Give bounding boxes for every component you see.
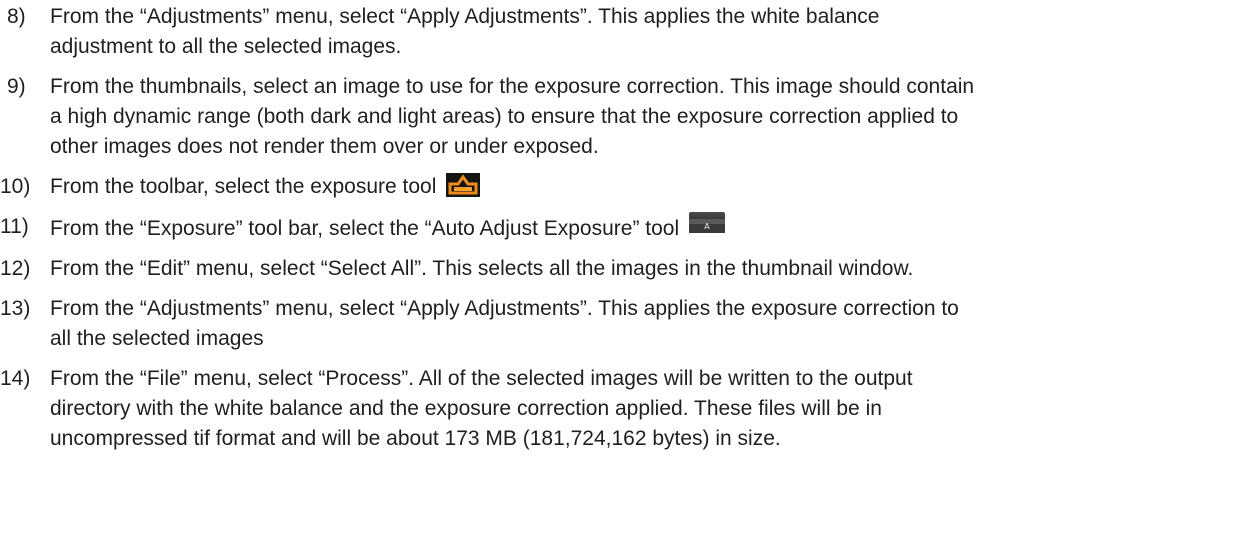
step-line: From the “Exposure” tool bar, select the… [50, 212, 1224, 244]
step-number: 10) [0, 175, 31, 198]
step-line: a high dynamic range (both dark and ligh… [50, 105, 959, 128]
step-text: From the toolbar, select the exposure to… [50, 172, 1234, 202]
step-line: From the “Adjustments” menu, select “App… [50, 5, 880, 28]
step-number: 13) [0, 297, 31, 320]
step-number: 8) [7, 5, 26, 28]
step-number: 11) [0, 215, 29, 238]
step-text: From the “Adjustments” menu, select “App… [50, 294, 1234, 354]
step-number: 9) [7, 75, 26, 98]
list-item: 11) From the “Exposure” tool bar, select… [0, 212, 1234, 244]
step-line: From the “File” menu, select “Process”. … [50, 367, 913, 390]
instruction-document: 8) From the “Adjustments” menu, select “… [0, 0, 1234, 559]
step-text: From the thumbnails, select an image to … [50, 72, 1234, 162]
step-line: all the selected images [50, 327, 264, 350]
exposure-tool-icon [446, 173, 481, 197]
step-text: From the “Adjustments” menu, select “App… [50, 2, 1234, 62]
step-number: 12) [0, 257, 31, 280]
step-line: other images does not render them over o… [50, 135, 599, 158]
auto-adjust-exposure-icon: A [688, 212, 725, 233]
step-line: From the toolbar, select the exposure to… [50, 172, 1224, 202]
step-text: From the “Edit” menu, select “Select All… [50, 254, 1234, 284]
step-line: uncompressed tif format and will be abou… [50, 427, 781, 450]
step-text: From the “Exposure” tool bar, select the… [50, 212, 1234, 244]
step-line-text: From the “Exposure” tool bar, select the… [50, 217, 680, 240]
list-item: 9) From the thumbnails, select an image … [0, 72, 1234, 162]
step-line: directory with the white balance and the… [50, 397, 882, 420]
step-line: From the “Edit” menu, select “Select All… [50, 257, 914, 280]
step-text: From the “File” menu, select “Process”. … [50, 364, 1234, 454]
auto-icon-letter: A [704, 222, 710, 231]
step-line: From the thumbnails, select an image to … [50, 75, 975, 98]
list-item: 13) From the “Adjustments” menu, select … [0, 294, 1234, 354]
step-line: From the “Adjustments” menu, select “App… [50, 297, 959, 320]
step-line: adjustment to all the selected images. [50, 35, 402, 58]
step-number: 14) [0, 367, 31, 390]
list-item: 10) From the toolbar, select the exposur… [0, 172, 1234, 202]
step-line-text: From the toolbar, select the exposure to… [50, 175, 437, 198]
list-item: 14) From the “File” menu, select “Proces… [0, 364, 1234, 454]
list-item: 12) From the “Edit” menu, select “Select… [0, 254, 1234, 284]
list-item: 8) From the “Adjustments” menu, select “… [0, 2, 1234, 62]
